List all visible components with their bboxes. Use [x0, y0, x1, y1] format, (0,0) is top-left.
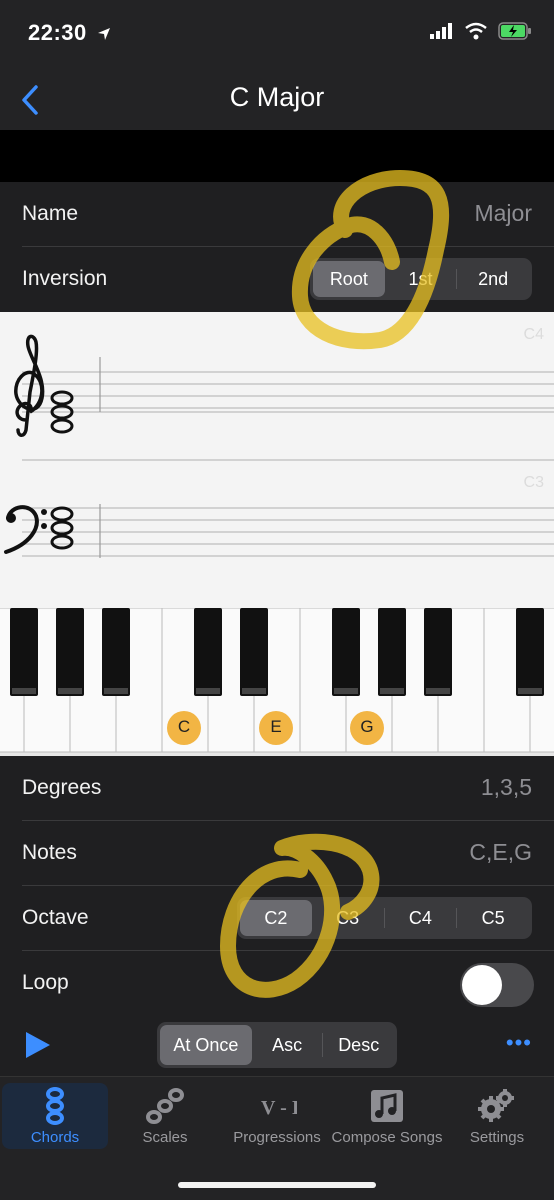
name-label: Name [22, 202, 79, 225]
loop-toggle-knob [462, 965, 502, 1005]
play-mode-desc[interactable]: Desc [323, 1025, 394, 1065]
tab-chords[interactable]: Chords [2, 1083, 108, 1149]
piano-keyboard: C E G [0, 608, 554, 756]
inversion-1st-option[interactable]: 1st [385, 261, 457, 297]
loop-toggle[interactable] [460, 963, 534, 1007]
tab-compose-songs[interactable]: Compose Songs [331, 1083, 443, 1149]
music-note-icon [371, 1090, 403, 1122]
inversion-2nd-option[interactable]: 2nd [457, 261, 529, 297]
cellular-signal-icon [430, 23, 452, 39]
loop-label: Loop [22, 971, 69, 994]
tab-scales-label: Scales [142, 1129, 188, 1146]
status-icons [430, 22, 532, 40]
tab-settings[interactable]: Settings [444, 1083, 550, 1149]
octave-segmented-control: C2 C3 C4 C5 [237, 897, 532, 939]
note-badge-c: C [177, 717, 191, 736]
spacer [0, 130, 554, 182]
degrees-value: 1,3,5 [480, 774, 532, 800]
notes-value: C,E,G [469, 839, 532, 865]
name-value: Major [474, 200, 532, 226]
play-mode-asc[interactable]: Asc [252, 1025, 323, 1065]
note-badge-e: E [270, 717, 282, 736]
octave-c4-option[interactable]: C4 [385, 900, 457, 936]
degrees-label: Degrees [22, 776, 102, 799]
battery-charging-icon [498, 22, 531, 40]
inversion-segmented-control: Root 1st 2nd [310, 258, 532, 300]
play-mode-segmented-control: At Once Asc Desc [157, 1022, 397, 1068]
status-time-text: 22:30 [28, 20, 87, 45]
tab-progressions-label: Progressions [233, 1129, 321, 1146]
octave-c5-option[interactable]: C5 [457, 900, 529, 936]
tab-progressions[interactable]: V - I Progressions [224, 1083, 330, 1149]
tab-compose-songs-label: Compose Songs [331, 1129, 443, 1146]
more-button[interactable]: ••• [506, 1030, 532, 1056]
progression-icon: V - I [261, 1097, 297, 1119]
chord-notes-icon [46, 1087, 64, 1125]
play-icon [26, 1032, 50, 1058]
octave-c2-option[interactable]: C2 [240, 900, 312, 936]
treble-octave-label: C4 [523, 326, 544, 343]
notes-row: Notes C,E,G [0, 821, 554, 886]
play-button[interactable] [22, 1030, 54, 1062]
home-indicator [178, 1182, 376, 1188]
tab-scales[interactable]: Scales [112, 1083, 218, 1149]
bass-octave-label: C3 [523, 474, 544, 491]
svg-text:V - I: V - I [261, 1097, 297, 1119]
inversion-label: Inversion [22, 267, 108, 290]
note-badge-g: G [360, 717, 374, 736]
play-mode-at-once[interactable]: At Once [160, 1025, 252, 1065]
bass-clef-icon [4, 505, 47, 554]
loop-row: Loop [0, 951, 554, 1016]
page-title: C Major [229, 82, 325, 112]
inversion-root-option[interactable]: Root [313, 261, 385, 297]
status-time: 22:30 [28, 20, 111, 46]
location-arrow-icon [98, 28, 111, 41]
status-bar: 22:30 [0, 0, 554, 70]
tab-settings-label: Settings [469, 1129, 525, 1146]
inversion-row: Inversion Root 1st 2nd [0, 247, 554, 312]
treble-clef-icon [14, 334, 45, 437]
name-row: Name Major [0, 182, 554, 247]
play-toolbar: At Once Asc Desc ••• [0, 1016, 554, 1076]
tab-chords-label: Chords [30, 1129, 80, 1146]
wifi-icon [465, 22, 487, 40]
staff-notation [4, 334, 554, 558]
gear-icon [478, 1089, 514, 1122]
octave-c3-option[interactable]: C3 [312, 900, 384, 936]
tab-bar: Chords Scales V - I Progressions Compose… [0, 1076, 554, 1200]
degrees-row: Degrees 1,3,5 [0, 756, 554, 821]
notes-label: Notes [22, 841, 77, 864]
music-staff: C4 C3 [0, 312, 554, 608]
scale-notes-icon [146, 1088, 184, 1124]
navigation-bar: C Major [0, 70, 554, 130]
octave-label: Octave [22, 906, 89, 929]
octave-row: Octave C2 C3 C4 C5 [0, 886, 554, 951]
